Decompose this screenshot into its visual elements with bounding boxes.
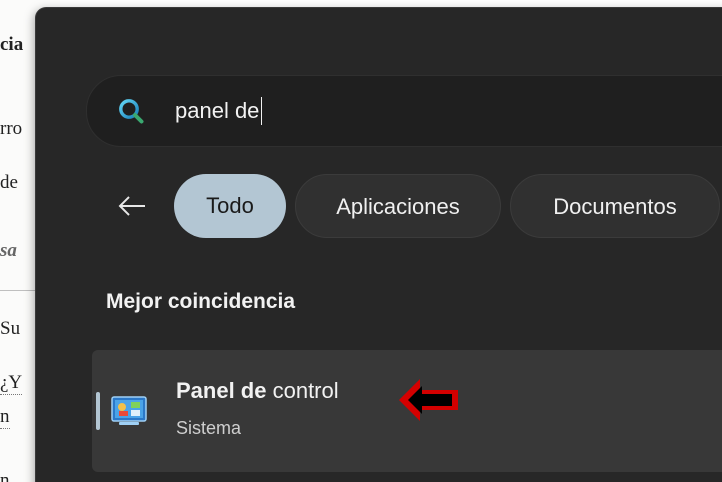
background-text-fragment: rro bbox=[0, 118, 23, 139]
tab-documentos[interactable]: Documentos bbox=[510, 174, 720, 238]
background-text-fragment: n bbox=[0, 470, 10, 482]
screen: cia rro de sa Su ¿Y n n panel de Todo Ap… bbox=[0, 0, 722, 482]
result-subtitle: Sistema bbox=[176, 418, 242, 438]
tab-aplicaciones[interactable]: Aplicaciones bbox=[295, 174, 501, 238]
search-query-text: panel de bbox=[175, 97, 263, 125]
red-arrow-annotation-icon bbox=[399, 379, 458, 421]
background-text-fragment: ¿Y bbox=[0, 372, 23, 395]
background-text-fragment: Su bbox=[0, 318, 21, 339]
back-arrow-icon[interactable] bbox=[116, 190, 148, 222]
result-title: Panel de control bbox=[176, 378, 339, 403]
control-panel-icon bbox=[111, 396, 147, 425]
tab-todo[interactable]: Todo bbox=[174, 174, 286, 238]
background-text-fragment: cia bbox=[0, 34, 24, 55]
background-text-fragment: n bbox=[0, 406, 10, 429]
background-text-fragment: sa bbox=[0, 240, 17, 261]
best-match-heading: Mejor coincidencia bbox=[106, 290, 296, 313]
text-caret bbox=[261, 97, 263, 125]
search-panel: panel de Todo Aplicaciones Documentos Me… bbox=[36, 8, 722, 482]
selection-indicator bbox=[96, 392, 100, 430]
background-text-fragment: de bbox=[0, 172, 18, 193]
search-icon bbox=[119, 99, 144, 124]
search-input[interactable]: panel de bbox=[86, 75, 722, 147]
